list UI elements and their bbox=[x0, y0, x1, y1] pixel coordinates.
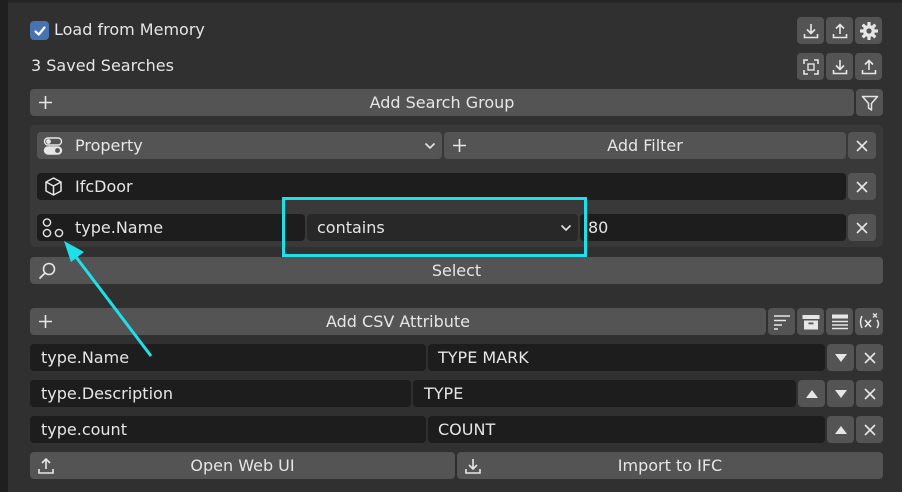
triangle-up-icon bbox=[805, 389, 818, 398]
add-filter-button[interactable]: Add Filter bbox=[444, 132, 846, 159]
plus-icon bbox=[453, 139, 466, 152]
gear-icon bbox=[859, 21, 878, 40]
archive-icon bbox=[802, 314, 819, 329]
close-icon bbox=[863, 423, 876, 436]
csv-attribute-header-field[interactable]: TYPE bbox=[413, 380, 796, 407]
csv-attribute-name-field[interactable]: type.Description bbox=[30, 380, 411, 407]
triangle-down-icon bbox=[834, 389, 847, 398]
archive-button[interactable] bbox=[797, 308, 824, 335]
filter-type-dropdown[interactable]: Property bbox=[37, 132, 442, 159]
download-icon bbox=[803, 23, 818, 38]
entity-value: IfcDoor bbox=[75, 177, 133, 196]
download-icon bbox=[832, 59, 847, 74]
triangle-down-icon bbox=[834, 353, 847, 362]
variable-button[interactable] bbox=[855, 308, 883, 335]
property-name-value: type.Name bbox=[75, 218, 164, 237]
select-label: Select bbox=[431, 261, 482, 280]
move-up-button[interactable] bbox=[798, 380, 825, 407]
upload-icon bbox=[861, 58, 876, 74]
remove-filter-type-button[interactable] bbox=[848, 132, 876, 159]
remove-csv-attribute-button[interactable] bbox=[856, 416, 883, 443]
open-web-ui-label: Open Web UI bbox=[190, 456, 295, 475]
import-to-ifc-button[interactable]: Import to IFC bbox=[457, 452, 883, 479]
top-panel-edge bbox=[8, 0, 902, 3]
csv-attribute-header: COUNT bbox=[438, 420, 496, 439]
select-saved-search-button[interactable] bbox=[797, 53, 824, 80]
close-icon bbox=[856, 139, 868, 152]
load-from-memory-checkbox[interactable] bbox=[30, 21, 49, 40]
search-icon bbox=[38, 262, 56, 280]
filter-type-value: Property bbox=[75, 136, 143, 155]
node-group-icon bbox=[42, 218, 64, 238]
csv-attribute-header: TYPE bbox=[424, 384, 464, 403]
add-search-group-label: Add Search Group bbox=[369, 93, 515, 112]
funnel-icon bbox=[861, 95, 878, 111]
select-button[interactable]: Select bbox=[30, 257, 883, 284]
add-csv-attribute-label: Add CSV Attribute bbox=[325, 312, 471, 331]
add-search-group-button[interactable]: Add Search Group bbox=[30, 89, 854, 116]
cube-icon bbox=[45, 177, 62, 196]
filter-toggle-button[interactable] bbox=[856, 89, 883, 116]
toggle-switch-icon bbox=[43, 137, 63, 155]
import-to-ifc-label: Import to IFC bbox=[617, 456, 723, 475]
csv-attribute-header-field[interactable]: TYPE MARK bbox=[428, 344, 825, 371]
close-icon bbox=[856, 180, 868, 193]
checkmark-icon bbox=[33, 25, 46, 36]
upload-icon bbox=[38, 457, 54, 474]
sort-icon bbox=[773, 314, 790, 330]
csv-attribute-header-field[interactable]: COUNT bbox=[428, 416, 825, 443]
csv-attribute-name-field[interactable]: type.Name bbox=[30, 344, 426, 371]
left-panel-edge bbox=[0, 0, 8, 492]
plus-icon bbox=[39, 315, 52, 328]
property-name-field[interactable]: type.Name bbox=[37, 214, 305, 241]
remove-entity-button[interactable] bbox=[848, 173, 876, 200]
move-down-button[interactable] bbox=[827, 344, 854, 371]
csv-attribute-name: type.Description bbox=[41, 384, 173, 403]
saved-searches-label: 3 Saved Searches bbox=[31, 56, 174, 75]
settings-button[interactable] bbox=[855, 17, 882, 44]
remove-property-filter-button[interactable] bbox=[848, 214, 876, 241]
csv-attribute-name-field[interactable]: type.count bbox=[30, 416, 426, 443]
chevron-down-icon bbox=[424, 142, 436, 150]
close-icon bbox=[856, 221, 868, 234]
plus-icon bbox=[39, 96, 52, 109]
move-down-button[interactable] bbox=[827, 380, 854, 407]
remove-csv-attribute-button[interactable] bbox=[856, 380, 883, 407]
csv-attribute-header: TYPE MARK bbox=[438, 348, 529, 367]
close-icon bbox=[863, 351, 876, 364]
export-memory-button[interactable] bbox=[797, 17, 824, 44]
upload-icon bbox=[832, 22, 847, 38]
save-search-button[interactable] bbox=[826, 53, 853, 80]
load-from-memory-label: Load from Memory bbox=[54, 20, 205, 39]
sort-button[interactable] bbox=[768, 308, 795, 335]
filter-value-field[interactable]: 80 bbox=[580, 214, 846, 241]
add-filter-label: Add Filter bbox=[607, 136, 683, 155]
csv-attribute-name: type.count bbox=[41, 420, 127, 439]
csv-attribute-name: type.Name bbox=[41, 348, 130, 367]
triangle-up-icon bbox=[834, 425, 847, 434]
download-icon bbox=[465, 459, 481, 474]
import-memory-button[interactable] bbox=[826, 17, 853, 44]
focus-frame-icon bbox=[802, 58, 819, 75]
list-icon bbox=[831, 314, 848, 329]
entity-field[interactable]: IfcDoor bbox=[37, 173, 846, 200]
add-csv-attribute-button[interactable]: Add CSV Attribute bbox=[30, 308, 766, 335]
remove-csv-attribute-button[interactable] bbox=[856, 344, 883, 371]
annotation-highlight-box bbox=[282, 197, 587, 257]
close-icon bbox=[863, 387, 876, 400]
filter-value: 80 bbox=[588, 218, 609, 237]
variable-icon bbox=[859, 312, 880, 328]
list-button[interactable] bbox=[826, 308, 853, 335]
load-search-button[interactable] bbox=[855, 53, 882, 80]
move-up-button[interactable] bbox=[827, 416, 854, 443]
open-web-ui-button[interactable]: Open Web UI bbox=[30, 452, 455, 479]
